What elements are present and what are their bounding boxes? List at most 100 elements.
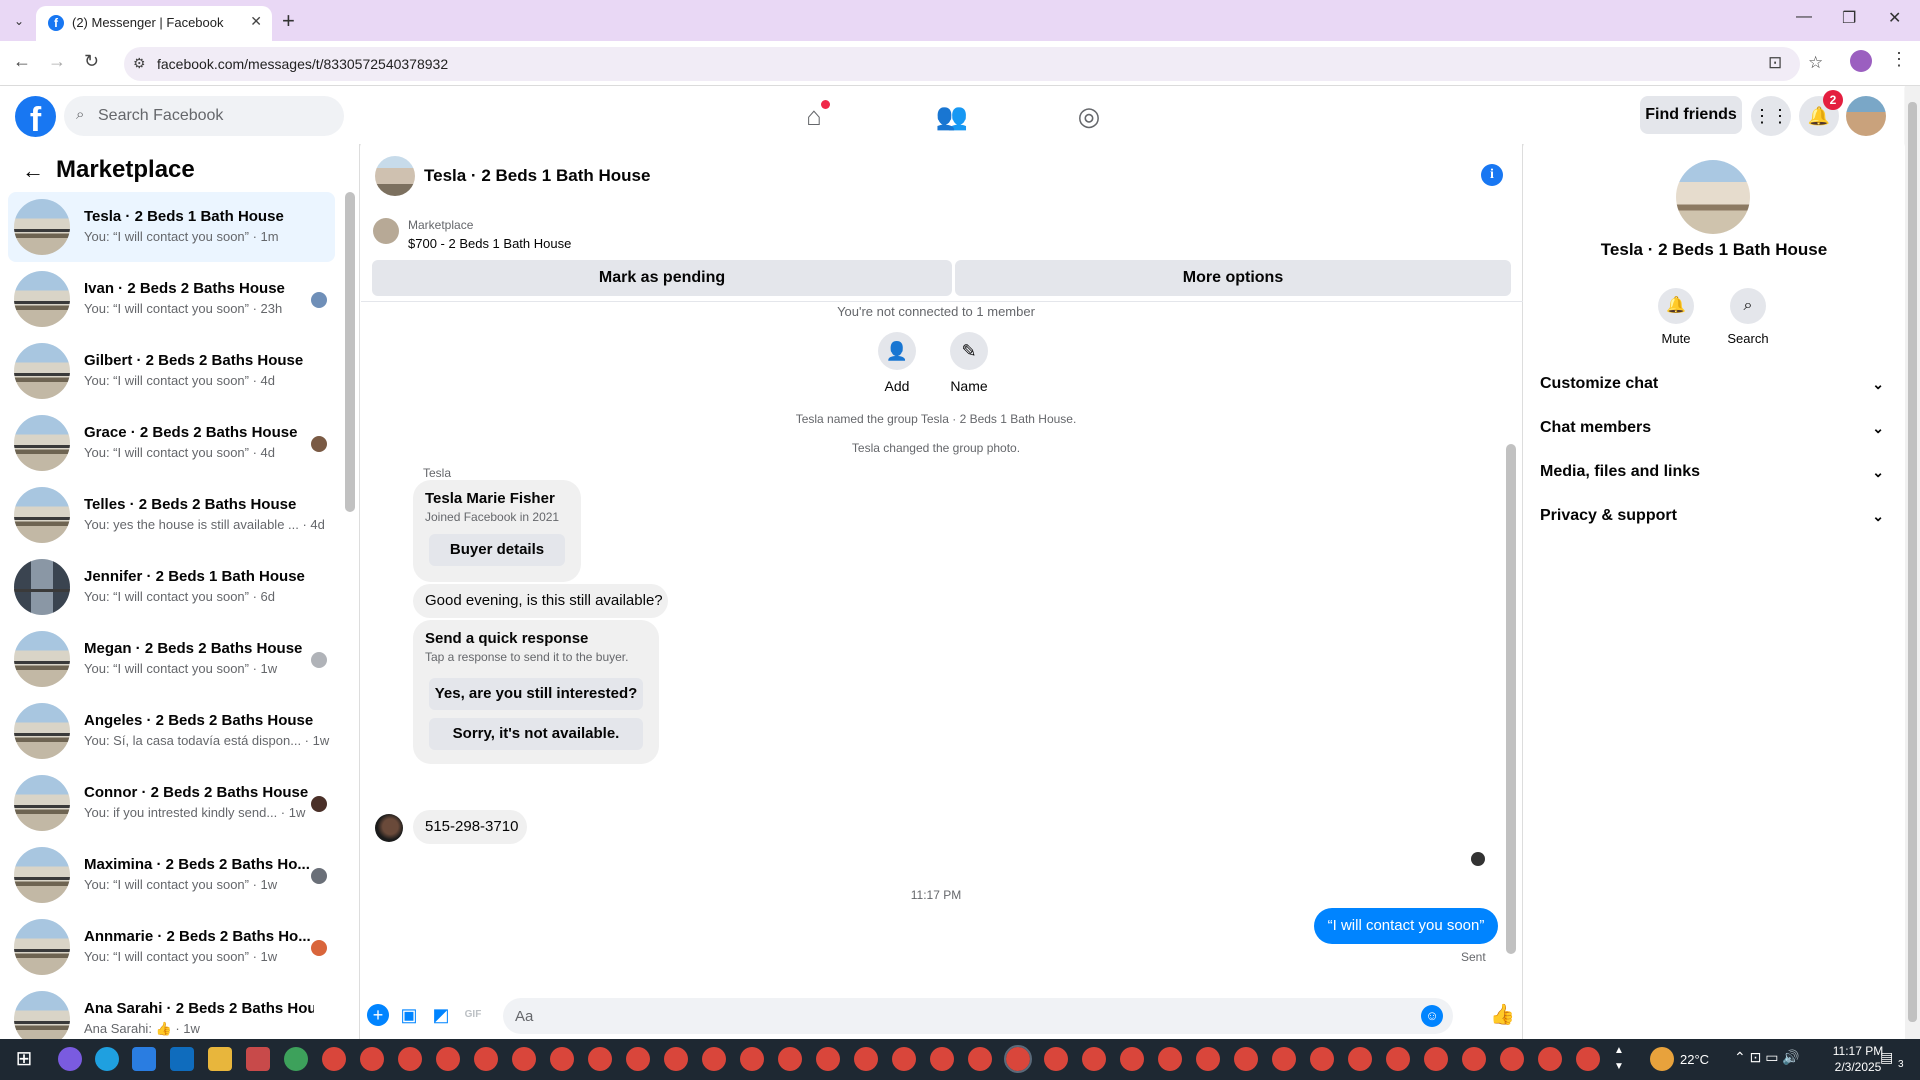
chrome-icon[interactable] [1044, 1047, 1068, 1071]
conversation-item[interactable]: Telles · 2 Beds 2 Baths House You: yes t… [8, 480, 335, 550]
chrome-icon[interactable] [474, 1047, 498, 1071]
taskbar-scroll-icon[interactable]: ▲ ▼ [1614, 1043, 1624, 1075]
search-box[interactable]: ⌕ [64, 96, 344, 136]
chrome-icon[interactable] [1462, 1047, 1486, 1071]
site-info-icon[interactable]: ⚙ [133, 55, 146, 72]
chrome-icon[interactable] [1158, 1047, 1182, 1071]
chrome-icon[interactable] [1500, 1047, 1524, 1071]
browser-tab[interactable]: f (2) Messenger | Facebook ✕ [36, 6, 272, 41]
back-arrow-icon[interactable]: ← [22, 158, 44, 184]
friends-icon[interactable]: 👥 [932, 96, 972, 136]
group-avatar[interactable] [1676, 160, 1750, 234]
file-explorer-icon[interactable] [208, 1047, 232, 1071]
plus-icon[interactable]: + [367, 1004, 389, 1026]
maximize-icon[interactable]: ❐ [1842, 8, 1856, 28]
chat-title[interactable]: Tesla · 2 Beds 1 Bath House [424, 166, 650, 186]
chrome-icon[interactable] [702, 1047, 726, 1071]
back-icon[interactable]: ← [13, 51, 31, 72]
name-group-button[interactable]: ✎ Name [939, 332, 999, 394]
chrome-icon[interactable] [664, 1047, 688, 1071]
mute-button[interactable]: 🔔 Mute [1646, 288, 1706, 346]
chrome-icon[interactable] [1272, 1047, 1296, 1071]
chat-avatar[interactable] [375, 156, 415, 196]
chrome-icon[interactable] [284, 1047, 308, 1071]
tab-list-icon[interactable]: ⌄ [8, 10, 30, 32]
groups-icon[interactable]: ◎ [1069, 96, 1109, 136]
clock-time[interactable]: 11:17 PM [1828, 1044, 1888, 1058]
privacy-support-section[interactable]: Privacy & support ⌄ [1540, 498, 1892, 534]
chrome-icon[interactable] [1538, 1047, 1562, 1071]
attach-image-icon[interactable]: ▣ [398, 1004, 420, 1026]
chrome-icon[interactable] [360, 1047, 384, 1071]
system-tray-icons[interactable]: ⌃ ⊡ ▭ 🔊 [1734, 1049, 1800, 1066]
conversation-item[interactable]: Ana Sarahi · 2 Beds 2 Baths Hou... Ana S… [8, 984, 335, 1039]
chrome-icon[interactable] [1348, 1047, 1372, 1071]
bookmark-star-icon[interactable]: ☆ [1808, 53, 1823, 73]
quick-reply-yes-button[interactable]: Yes, are you still interested? [429, 678, 643, 710]
search-in-chat-button[interactable]: ⌕ Search [1718, 288, 1778, 346]
sender-avatar[interactable] [375, 814, 403, 842]
conversation-item[interactable]: Jennifer · 2 Beds 1 Bath House You: “I w… [8, 552, 335, 622]
copilot-icon[interactable] [58, 1047, 82, 1071]
chat-members-section[interactable]: Chat members ⌄ [1540, 410, 1892, 446]
gif-icon[interactable]: GIF [462, 1004, 484, 1026]
sticker-icon[interactable]: ◩ [430, 1004, 452, 1026]
listing-thumbnail[interactable] [373, 218, 399, 244]
page-scrollbar-thumb[interactable] [1908, 102, 1917, 1022]
info-icon[interactable]: i [1481, 164, 1503, 186]
page-scrollbar[interactable] [1905, 86, 1920, 1039]
outlook-icon[interactable] [170, 1047, 194, 1071]
conversation-item[interactable]: Megan · 2 Beds 2 Baths House You: “I wil… [8, 624, 335, 694]
minimize-icon[interactable]: — [1796, 8, 1812, 26]
chrome-icon[interactable] [550, 1047, 574, 1071]
browser-menu-icon[interactable]: ⋮ [1890, 49, 1908, 70]
customize-chat-section[interactable]: Customize chat ⌄ [1540, 366, 1892, 402]
chrome-icon[interactable] [778, 1047, 802, 1071]
chrome-icon[interactable] [1234, 1047, 1258, 1071]
chrome-icon[interactable] [626, 1047, 650, 1071]
conversation-item[interactable]: Grace · 2 Beds 2 Baths House You: “I wil… [8, 408, 335, 478]
quick-reply-no-button[interactable]: Sorry, it's not available. [429, 718, 643, 750]
chrome-icon[interactable] [1196, 1047, 1220, 1071]
notification-center-icon[interactable]: ▤ [1880, 1049, 1893, 1066]
chrome-icon[interactable] [1386, 1047, 1410, 1071]
chrome-icon[interactable] [816, 1047, 840, 1071]
find-friends-button[interactable]: Find friends [1640, 96, 1742, 134]
message-input[interactable] [515, 998, 1395, 1034]
chrome-active-icon[interactable] [1004, 1045, 1032, 1073]
install-app-icon[interactable]: ⊡ [1768, 53, 1782, 73]
chrome-icon[interactable] [1310, 1047, 1334, 1071]
conversation-item[interactable]: Connor · 2 Beds 2 Baths House You: if yo… [8, 768, 335, 838]
media-files-links-section[interactable]: Media, files and links ⌄ [1540, 454, 1892, 490]
buyer-details-button[interactable]: Buyer details [429, 534, 565, 566]
conversation-item[interactable]: Tesla · 2 Beds 1 Bath House You: “I will… [8, 192, 335, 262]
chrome-icon[interactable] [930, 1047, 954, 1071]
account-avatar[interactable] [1846, 96, 1886, 136]
facebook-logo-icon[interactable]: f [15, 96, 56, 139]
menu-grid-icon[interactable]: ⋮⋮ [1751, 96, 1791, 136]
mark-as-pending-button[interactable]: Mark as pending [372, 260, 952, 296]
listing-price[interactable]: $700 - 2 Beds 1 Bath House [408, 236, 571, 251]
chrome-icon[interactable] [968, 1047, 992, 1071]
windows-start-icon[interactable]: ⊞ [12, 1047, 36, 1071]
conversation-item[interactable]: Maximina · 2 Beds 2 Baths Ho... You: “I … [8, 840, 335, 910]
chrome-icon[interactable] [1120, 1047, 1144, 1071]
clock-date[interactable]: 2/3/2025 [1828, 1060, 1888, 1074]
chrome-icon[interactable] [1576, 1047, 1600, 1071]
weather-icon[interactable] [1650, 1047, 1674, 1071]
chrome-icon[interactable] [322, 1047, 346, 1071]
close-tab-icon[interactable]: ✕ [250, 13, 262, 30]
sidebar-scrollbar[interactable] [345, 192, 355, 512]
chrome-icon[interactable] [892, 1047, 916, 1071]
chrome-icon[interactable] [512, 1047, 536, 1071]
more-options-button[interactable]: More options [955, 260, 1511, 296]
edge-icon[interactable] [95, 1047, 119, 1071]
browser-profile-icon[interactable] [1850, 50, 1872, 72]
chrome-icon[interactable] [1424, 1047, 1448, 1071]
thumbs-up-icon[interactable]: 👍 [1490, 1004, 1515, 1026]
search-input[interactable] [98, 96, 338, 136]
chrome-icon[interactable] [436, 1047, 460, 1071]
message-input-box[interactable]: ☺ [503, 998, 1453, 1034]
url-field[interactable]: ⚙ facebook.com/messages/t/83305725403789… [124, 47, 1823, 81]
chrome-icon[interactable] [588, 1047, 612, 1071]
